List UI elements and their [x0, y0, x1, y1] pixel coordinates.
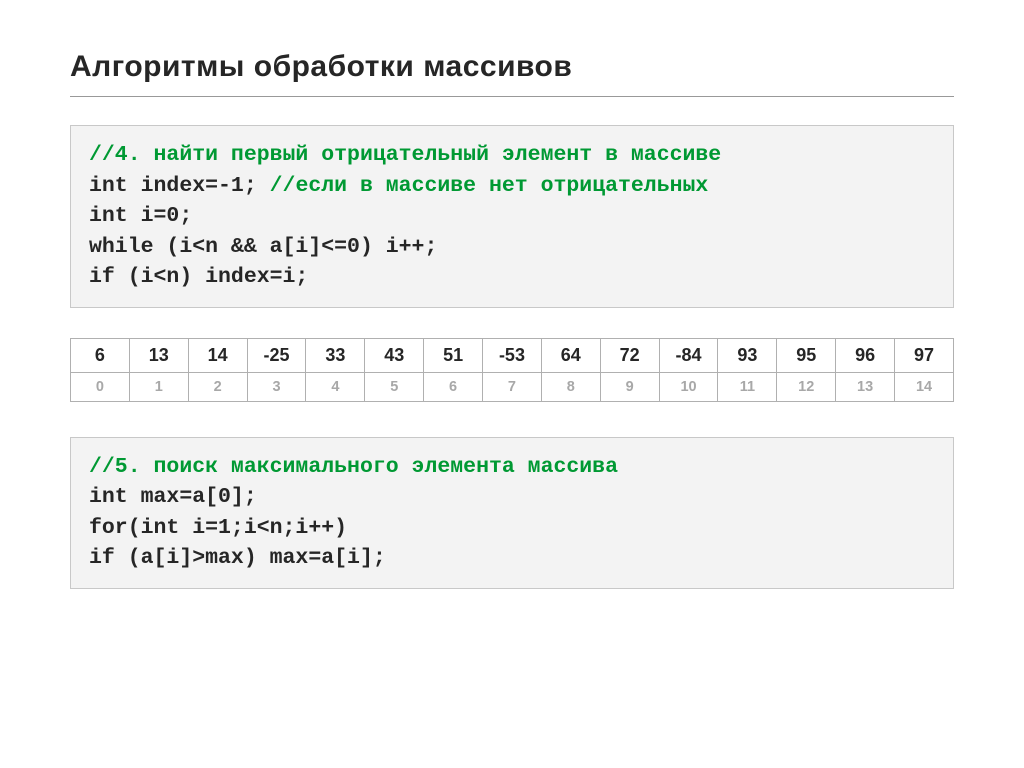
array-value-cell: 51 [424, 338, 483, 372]
code-line: for(int i=1;i<n;i++) [89, 516, 347, 540]
array-index-cell: 6 [424, 372, 483, 401]
array-index-cell: 4 [306, 372, 365, 401]
code-line: int index=-1; [89, 174, 270, 198]
array-value-cell: 33 [306, 338, 365, 372]
array-index-cell: 0 [71, 372, 130, 401]
array-value-cell: 96 [836, 338, 895, 372]
array-value-cell: 14 [188, 338, 247, 372]
array-index-cell: 7 [483, 372, 542, 401]
code-comment: //5. поиск максимального элемента массив… [89, 455, 618, 479]
array-value-cell: -84 [659, 338, 718, 372]
array-value-cell: 6 [71, 338, 130, 372]
array-index-cell: 13 [836, 372, 895, 401]
array-value-cell: 97 [895, 338, 954, 372]
slide-title: Алгоритмы обработки массивов [70, 50, 954, 97]
code-comment: //если в массиве нет отрицательных [270, 174, 709, 198]
code-line: int i=0; [89, 204, 192, 228]
array-index-cell: 11 [718, 372, 777, 401]
array-values-row: 6 13 14 -25 33 43 51 -53 64 72 -84 93 95… [71, 338, 954, 372]
array-value-cell: -53 [483, 338, 542, 372]
array-index-cell: 9 [600, 372, 659, 401]
array-value-cell: 13 [129, 338, 188, 372]
code-line: if (a[i]>max) max=a[i]; [89, 546, 386, 570]
array-value-cell: 64 [541, 338, 600, 372]
array-index-cell: 3 [247, 372, 306, 401]
array-index-cell: 5 [365, 372, 424, 401]
array-value-cell: 95 [777, 338, 836, 372]
array-index-cell: 2 [188, 372, 247, 401]
array-index-cell: 1 [129, 372, 188, 401]
array-value-cell: 72 [600, 338, 659, 372]
code-comment: //4. найти первый отрицательный элемент … [89, 143, 721, 167]
code-block-2: //5. поиск максимального элемента массив… [70, 437, 954, 589]
array-indices-row: 0 1 2 3 4 5 6 7 8 9 10 11 12 13 14 [71, 372, 954, 401]
array-index-cell: 8 [541, 372, 600, 401]
array-index-cell: 14 [895, 372, 954, 401]
array-index-cell: 12 [777, 372, 836, 401]
code-block-1: //4. найти первый отрицательный элемент … [70, 125, 954, 308]
array-value-cell: -25 [247, 338, 306, 372]
code-line: while (i<n && a[i]<=0) i++; [89, 235, 437, 259]
array-value-cell: 43 [365, 338, 424, 372]
array-table: 6 13 14 -25 33 43 51 -53 64 72 -84 93 95… [70, 338, 954, 402]
array-index-cell: 10 [659, 372, 718, 401]
code-line: if (i<n) index=i; [89, 265, 308, 289]
array-value-cell: 93 [718, 338, 777, 372]
code-line: int max=a[0]; [89, 485, 257, 509]
